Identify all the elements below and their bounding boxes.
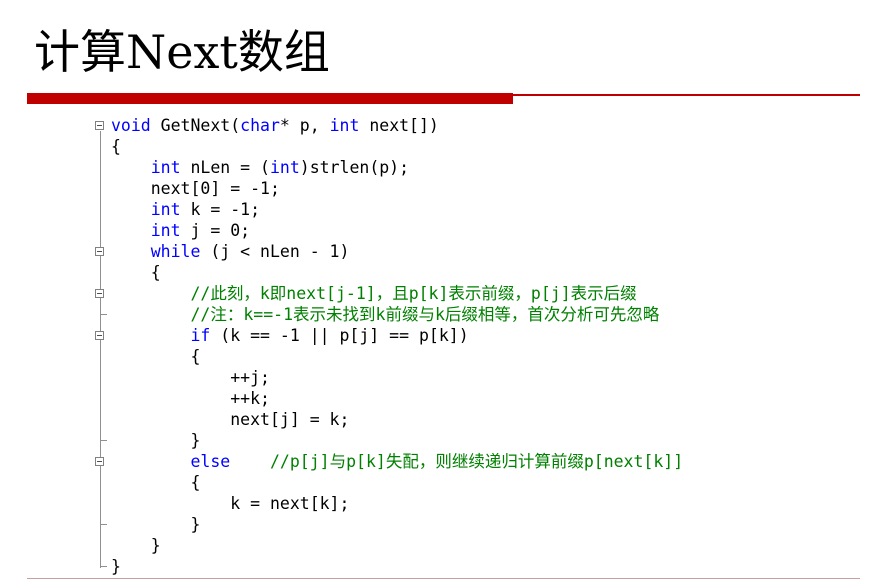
code-text: next[0] = -1;	[150, 179, 280, 198]
code-line: //此刻，k即next[j-1]，且p[k]表示前缀，p[j]表示后缀	[111, 283, 683, 304]
collapse-minus-icon[interactable]	[95, 121, 104, 130]
code-keyword: while	[150, 242, 201, 261]
code-line: //注：k==-1表示未找到k前缀与k后缀相等，首次分析可先忽略	[111, 304, 683, 325]
code-fold-rail	[100, 131, 101, 568]
code-line: if (k == -1 || p[j] == p[k])	[111, 325, 683, 346]
code-line: {	[111, 262, 683, 283]
code-line: else //p[j]与p[k]失配，则继续递归计算前缀p[next[k]]	[111, 451, 683, 472]
code-line: next[0] = -1;	[111, 178, 683, 199]
code-text: (j < nLen - 1)	[200, 242, 350, 261]
code-text: {	[190, 473, 201, 492]
code-keyword: int	[150, 200, 181, 219]
code-line: {	[111, 136, 683, 157]
code-line: int k = -1;	[111, 199, 683, 220]
code-block: void GetNext(char* p, int next[]){ int n…	[111, 115, 683, 577]
collapse-minus-icon[interactable]	[95, 457, 104, 466]
collapse-minus-icon[interactable]	[95, 289, 104, 298]
code-keyword: if	[190, 326, 211, 345]
code-line: int nLen = (int)strlen(p);	[111, 157, 683, 178]
code-keyword: void	[111, 116, 151, 135]
code-text: }	[190, 431, 201, 450]
code-line: k = next[k];	[111, 493, 683, 514]
code-line: int j = 0;	[111, 220, 683, 241]
code-keyword: int	[150, 158, 181, 177]
code-comment: //此刻，k即next[j-1]，且p[k]表示前缀，p[j]表示后缀	[190, 284, 637, 303]
code-keyword: else	[190, 452, 231, 471]
code-keyword: char	[240, 116, 280, 135]
code-text: nLen = (	[180, 158, 270, 177]
code-text: ++k;	[230, 389, 270, 408]
code-keyword: int	[150, 221, 181, 240]
code-text: next[])	[359, 116, 439, 135]
code-text: {	[190, 347, 201, 366]
code-text: k = next[k];	[230, 494, 350, 513]
fold-end-tick	[100, 314, 107, 315]
code-text: j = 0;	[180, 221, 251, 240]
code-line: }	[111, 535, 683, 556]
code-text: )strlen(p);	[299, 158, 410, 177]
title-accent-bar	[27, 93, 513, 104]
code-line: }	[111, 556, 683, 577]
code-keyword: int	[269, 158, 300, 177]
code-comment: //p[j]与p[k]失配，则继续递归计算前缀p[next[k]]	[269, 452, 684, 471]
code-line: ++k;	[111, 388, 683, 409]
code-text: }	[111, 557, 121, 576]
collapse-minus-icon[interactable]	[95, 331, 104, 340]
code-text: {	[111, 137, 121, 156]
fold-end-tick	[100, 440, 107, 441]
code-text: ++j;	[230, 368, 270, 387]
code-line: void GetNext(char* p, int next[])	[111, 115, 683, 136]
collapse-minus-icon[interactable]	[95, 247, 104, 256]
code-text: * p,	[279, 116, 330, 135]
code-text: GetNext(	[150, 116, 241, 135]
fold-end-tick	[100, 566, 107, 567]
code-line: {	[111, 346, 683, 367]
code-line: next[j] = k;	[111, 409, 683, 430]
code-text: (k == -1 || p[j] == p[k])	[210, 326, 469, 345]
code-text: next[j] = k;	[230, 410, 350, 429]
code-comment: //注：k==-1表示未找到k前缀与k后缀相等，首次分析可先忽略	[190, 305, 660, 324]
code-line: }	[111, 430, 683, 451]
code-line: ++j;	[111, 367, 683, 388]
code-line: while (j < nLen - 1)	[111, 241, 683, 262]
code-text: }	[150, 536, 161, 555]
slide-title: 计算Next数组	[34, 25, 330, 79]
code-text: {	[150, 263, 161, 282]
code-text: k = -1;	[180, 200, 261, 219]
code-keyword: int	[329, 116, 360, 135]
code-text: }	[190, 515, 201, 534]
fold-end-tick	[100, 524, 107, 525]
code-line: {	[111, 472, 683, 493]
code-line: }	[111, 514, 683, 535]
footer-divider-line	[27, 578, 860, 579]
